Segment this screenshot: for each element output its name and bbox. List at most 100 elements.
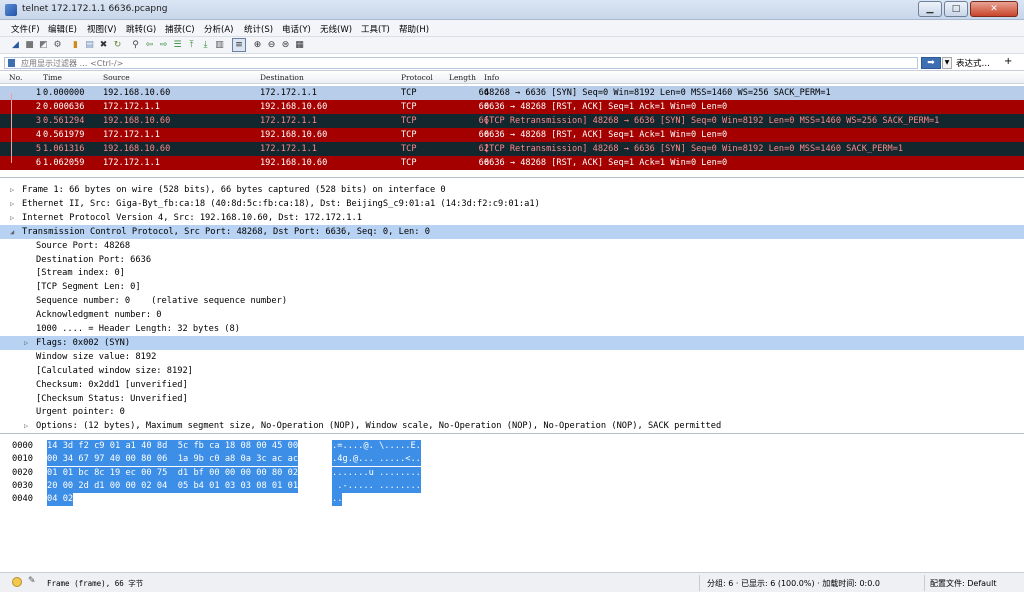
close-button[interactable]: ✕ [970, 1, 1018, 17]
maximize-button[interactable]: □ [944, 1, 968, 17]
column-info[interactable]: Info [484, 73, 499, 82]
menu-statistics[interactable]: 统计(S) [244, 23, 273, 35]
find-icon[interactable]: ⚲ [130, 40, 141, 51]
status-profile[interactable]: 配置文件: Default [930, 578, 996, 589]
expression-button[interactable]: 表达式… [956, 57, 990, 69]
details-tree-item[interactable]: Destination Port: 6636 [0, 253, 1024, 267]
resize-columns-icon[interactable]: ▦ [294, 40, 305, 51]
expert-info-icon[interactable] [12, 577, 22, 587]
bytes-ascii[interactable]: .. [332, 493, 343, 507]
details-tree-text: Urgent pointer: 0 [36, 407, 125, 418]
cell-time: 1.062059 [43, 158, 85, 168]
bytes-ascii[interactable]: .4g.@... .....<.. [332, 453, 421, 467]
shark-fin-start-icon[interactable]: ◢ [10, 40, 21, 51]
details-tree-item[interactable]: ▷ Frame 1: 66 bytes on wire (528 bits), 6… [0, 183, 1024, 197]
details-tree-item[interactable]: ◢ Transmission Control Protocol, Src Port… [0, 224, 1024, 239]
display-filter-input[interactable] [5, 58, 917, 68]
bytes-ascii[interactable]: .......u ........ [332, 466, 421, 480]
details-tree-item[interactable]: ▷ Flags: 0x002 (SYN) [0, 335, 1024, 350]
zoom-normal-icon[interactable]: ⊜ [280, 40, 291, 51]
packet-row[interactable]: 1 0.000000 192.168.10.60 172.172.1.1 TCP 66 48… [0, 86, 1024, 100]
packet-row[interactable]: 6 1.062059 172.172.1.1 192.168.10.60 TCP 60 66… [0, 156, 1024, 170]
bookmark-icon[interactable] [8, 59, 15, 67]
menu-edit[interactable]: 编辑(E) [48, 23, 77, 35]
first-packet-icon[interactable]: ⤒ [186, 40, 197, 51]
packet-row[interactable]: 2 0.000636 172.172.1.1 192.168.10.60 TCP 60 66… [0, 100, 1024, 114]
details-tree-item[interactable]: Window size value: 8192 [0, 350, 1024, 364]
menu-wireless[interactable]: 无线(W) [320, 23, 352, 35]
menu-file[interactable]: 文件(F) [11, 23, 40, 35]
bytes-hex[interactable]: 14 3d f2 c9 01 a1 40 8d 5c fb ca 18 08 0… [47, 440, 299, 453]
details-tree-item[interactable]: Checksum: 0x2dd1 [unverified] [0, 378, 1024, 392]
column-destination[interactable]: Destination [260, 73, 304, 82]
menu-analyze[interactable]: 分析(A) [204, 23, 233, 35]
details-tree-item[interactable]: 1000 .... = Header Length: 32 bytes (8) [0, 322, 1024, 336]
apply-filter-arrow-icon[interactable]: ➡ [921, 57, 941, 69]
filter-dropdown-icon[interactable]: ▼ [942, 57, 952, 69]
cell-time: 0.000000 [43, 88, 85, 98]
column-time[interactable]: Time [43, 73, 62, 82]
add-filter-button[interactable]: + [1004, 56, 1012, 67]
menu-go[interactable]: 跳转(G) [126, 23, 156, 35]
column-protocol[interactable]: Protocol [401, 73, 433, 82]
cell-no: 1 [35, 88, 41, 98]
details-tree-item[interactable]: [Calculated window size: 8192] [0, 364, 1024, 378]
capture-comment-icon[interactable]: ✎ [28, 576, 36, 586]
collapsed-arrow-icon[interactable]: ▷ [10, 197, 14, 211]
open-file-icon[interactable]: ▮ [70, 40, 81, 51]
last-packet-icon[interactable]: ⤓ [200, 40, 211, 51]
details-tree-item[interactable]: Urgent pointer: 0 [0, 405, 1024, 419]
minimize-button[interactable]: ▁ [918, 1, 942, 17]
details-tree-item[interactable]: Sequence number: 0 (relative sequence nu… [0, 294, 1024, 308]
collapsed-arrow-icon[interactable]: ▷ [24, 336, 28, 350]
menu-help[interactable]: 帮助(H) [399, 23, 429, 35]
details-tree-item[interactable]: [Checksum Status: Unverified] [0, 392, 1024, 406]
bytes-hex[interactable]: 00 34 67 97 40 00 80 06 1a 9b c0 a8 0a 3… [47, 453, 299, 467]
menu-tools[interactable]: 工具(T) [361, 23, 390, 35]
menu-capture[interactable]: 捕获(C) [165, 23, 195, 35]
restart-icon[interactable]: ◩ [38, 40, 49, 51]
details-tree-item[interactable]: Acknowledgment number: 0 [0, 308, 1024, 322]
close-file-icon[interactable]: ✖ [98, 40, 109, 51]
details-tree-item[interactable]: Source Port: 48268 [0, 239, 1024, 253]
column-length[interactable]: Length [449, 73, 476, 82]
save-icon[interactable]: ▤ [84, 40, 95, 51]
bytes-ascii[interactable]: .-..... ........ [332, 479, 421, 493]
details-tree-item[interactable]: ▷ Ethernet II, Src: Giga-Byt_fb:ca:18 (40… [0, 197, 1024, 211]
expanded-arrow-icon[interactable]: ◢ [10, 225, 14, 239]
cell-protocol: TCP [401, 144, 417, 154]
goto-icon[interactable]: ☰ [172, 40, 183, 51]
zoom-in-icon[interactable]: ⊕ [252, 40, 263, 51]
details-tree-text: Flags: 0x002 (SYN) [36, 337, 131, 348]
bytes-hex[interactable]: 04 02 [47, 493, 74, 507]
details-tree-text: Internet Protocol Version 4, Src: 192.16… [22, 212, 362, 223]
reload-icon[interactable]: ↻ [112, 40, 123, 51]
cell-source: 172.172.1.1 [103, 158, 160, 168]
bytes-hex[interactable]: 01 01 bc 8c 19 ec 00 75 d1 bf 00 00 00 0… [47, 466, 299, 480]
column-source[interactable]: Source [103, 73, 130, 82]
forward-icon[interactable]: ⇨ [158, 40, 169, 51]
packet-row[interactable]: 3 0.561294 192.168.10.60 172.172.1.1 TCP 66 [T… [0, 114, 1024, 128]
display-filter-field[interactable] [4, 57, 918, 69]
menu-telephony[interactable]: 电话(Y) [282, 23, 311, 35]
collapsed-arrow-icon[interactable]: ▷ [10, 211, 14, 225]
packet-row[interactable]: 5 1.061316 192.168.10.60 172.172.1.1 TCP 62 [T… [0, 142, 1024, 156]
menu-view[interactable]: 视图(V) [87, 23, 116, 35]
bytes-hex[interactable]: 20 00 2d d1 00 00 02 04 05 b4 01 03 03 0… [47, 479, 299, 493]
packet-row[interactable]: 4 0.561979 172.172.1.1 192.168.10.60 TCP 60 66… [0, 128, 1024, 142]
autoscroll-icon[interactable]: ▥ [214, 40, 225, 51]
bytes-ascii[interactable]: .=....@. \.....E. [332, 440, 421, 453]
zoom-out-icon[interactable]: ⊖ [266, 40, 277, 51]
options-icon[interactable]: ⚙ [52, 40, 63, 51]
details-tree-item[interactable]: [Stream index: 0] [0, 266, 1024, 280]
column-no[interactable]: No. [9, 73, 22, 82]
collapsed-arrow-icon[interactable]: ▷ [10, 183, 14, 197]
bytes-offset: 0030 [12, 480, 33, 491]
back-icon[interactable]: ⇦ [144, 40, 155, 51]
details-tree-item[interactable]: ▷ Internet Protocol Version 4, Src: 192.1… [0, 211, 1024, 225]
details-tree-item[interactable]: ▷ Options: (12 bytes), Maximum segment si… [0, 419, 1024, 433]
colorize-icon[interactable]: ≡ [232, 38, 246, 52]
collapsed-arrow-icon[interactable]: ▷ [24, 419, 28, 433]
stop-icon[interactable]: ■ [24, 40, 35, 51]
details-tree-item[interactable]: [TCP Segment Len: 0] [0, 280, 1024, 294]
